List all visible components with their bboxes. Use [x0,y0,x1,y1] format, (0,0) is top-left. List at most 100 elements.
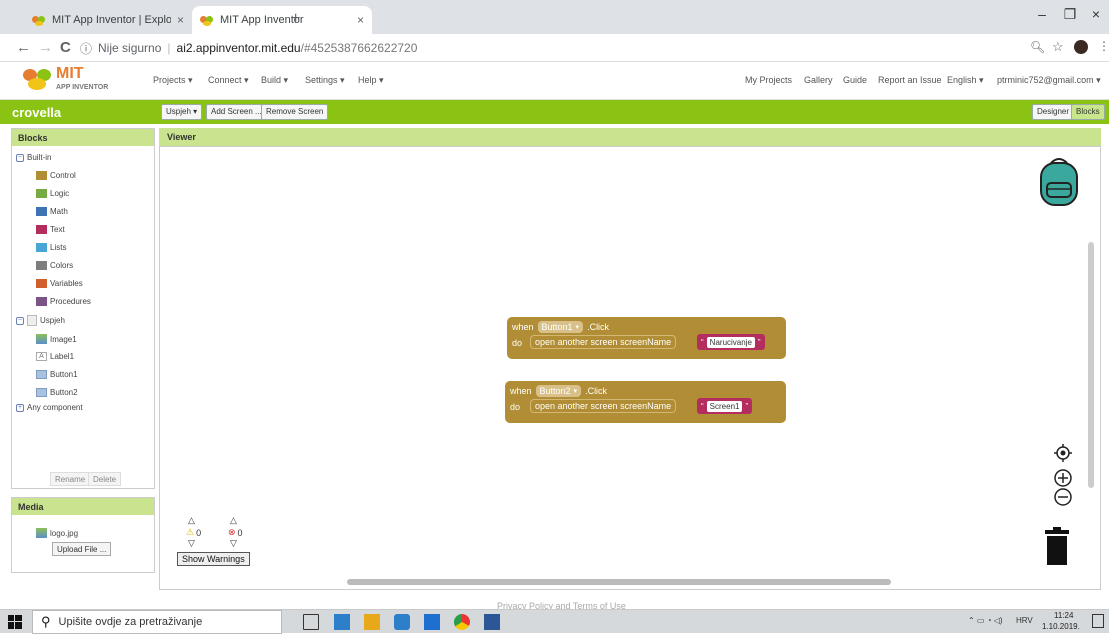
upload-file-button[interactable]: Upload File ... [52,542,112,556]
drawer-control[interactable]: Control [36,171,76,180]
menu-projects[interactable]: Projects ▾ [153,75,193,86]
warnings-down-arrow-icon[interactable]: ▽ [188,538,195,549]
component-button1[interactable]: Button1 [36,370,78,379]
address-bar[interactable]: ⓘ Nije sigurno | ai2.appinventor.mit.edu… [80,38,1000,58]
chrome-icon[interactable] [454,614,470,630]
windows-start-icon[interactable] [8,615,22,629]
warnings-up-arrow-icon[interactable]: △ [188,515,195,526]
drawer-logic[interactable]: Logic [36,189,69,198]
delete-button[interactable]: Delete [88,472,122,486]
remove-screen-button[interactable]: Remove Screen [261,104,329,120]
event-name: .Click [587,322,610,332]
mail-icon[interactable] [424,614,440,630]
tab-title: MIT App Inventor [220,14,304,26]
tab-close-icon[interactable]: × [177,13,184,27]
browser-navigation-bar: ← → C ⓘ Nije sigurno | ai2.appinventor.m… [0,34,1109,62]
text-string-block[interactable]: “Narucivanje” [697,334,765,350]
store-icon[interactable] [394,614,410,630]
trash-icon[interactable] [1045,527,1069,565]
designer-button[interactable]: Designer [1032,104,1075,120]
menu-connect[interactable]: Connect ▾ [208,75,249,86]
vertical-scrollbar[interactable] [1088,242,1094,488]
zoom-in-icon[interactable] [1053,468,1073,488]
horizontal-scrollbar[interactable] [347,579,891,585]
restore-button[interactable]: ❐ [1058,6,1082,23]
browser-tab-explore[interactable]: MIT App Inventor | Explore MIT A × [24,6,192,34]
blocks-workspace[interactable]: when Button1 ▾ .Click do open another scr… [159,146,1101,590]
tree-screen-uspjeh[interactable]: − Uspjeh [16,315,65,326]
tray-icons[interactable]: ⌃ ▭ ◔ ◁) [968,616,1003,625]
string-value[interactable]: Narucivanje [706,336,755,348]
collapse-icon[interactable]: − [16,153,24,162]
file-explorer-icon[interactable] [364,614,380,630]
add-screen-button[interactable]: Add Screen ... [206,104,267,120]
mit-app-inventor-logo[interactable]: MIT APP INVENTOR [22,65,122,97]
do-keyword: do [510,402,521,412]
menu-dots-icon[interactable]: ⋮ [1098,39,1109,53]
close-window-button[interactable]: × [1084,6,1108,22]
button-icon [36,388,47,397]
menu-help[interactable]: Help ▾ [358,75,384,86]
clock-date[interactable]: 1.10.2019. [1042,622,1080,631]
link-guide[interactable]: Guide [843,75,867,85]
component-label1[interactable]: A Label1 [36,352,74,361]
taskbar-search[interactable]: ⚲ Upišite ovdje za pretraživanje [32,610,282,634]
star-icon[interactable]: ☆ [1052,39,1064,55]
link-my-projects[interactable]: My Projects [745,75,792,85]
errors-down-arrow-icon[interactable]: ▽ [230,538,237,549]
drawer-lists[interactable]: Lists [36,243,66,252]
clock-time[interactable]: 11:24 [1054,611,1073,620]
task-view-icon[interactable] [303,614,319,630]
language-indicator[interactable]: HRV [1016,616,1033,625]
profile-avatar[interactable] [1074,40,1088,54]
quote-icon: “ [701,401,704,411]
drawer-text[interactable]: Text [36,225,65,234]
zoom-out-icon[interactable] [1053,487,1073,507]
tab-close-icon[interactable]: × [357,13,364,27]
reload-button[interactable]: C [60,39,71,56]
link-gallery[interactable]: Gallery [804,75,833,85]
component-dropdown[interactable]: Button1 ▾ [537,321,584,333]
menu-settings[interactable]: Settings ▾ [305,75,345,86]
component-button2[interactable]: Button2 [36,388,78,397]
recenter-icon[interactable] [1053,443,1073,463]
back-button[interactable]: ← [16,39,31,56]
drawer-math[interactable]: Math [36,207,68,216]
event-header: when Button2 ▾ .Click [510,385,607,397]
word-icon[interactable] [484,614,500,630]
drawer-variables[interactable]: Variables [36,279,83,288]
string-value[interactable]: Screen1 [706,400,743,412]
rename-button[interactable]: Rename [50,472,91,486]
show-warnings-button[interactable]: Show Warnings [177,552,250,566]
forward-button[interactable]: → [38,39,53,56]
tree-any-component[interactable]: + Any component [16,403,83,412]
component-image1[interactable]: Image1 [36,334,77,344]
minimize-button[interactable]: – [1030,6,1054,22]
account-dropdown[interactable]: ptrminic752@gmail.com ▾ [997,75,1101,86]
info-icon[interactable]: ⓘ [80,40,92,57]
open-another-screen-block[interactable]: open another screen screenName [530,399,677,413]
media-file[interactable]: logo.jpg [36,528,78,538]
brand-mit: MIT [56,65,84,82]
component-dropdown[interactable]: Button2 ▾ [535,385,582,397]
zoom-icon[interactable]: 🔍︎ [1030,40,1045,54]
new-tab-button[interactable]: + [291,10,300,28]
language-dropdown[interactable]: English ▾ [947,75,984,86]
edge-icon[interactable] [334,614,350,630]
drawer-colors[interactable]: Colors [36,261,73,270]
notifications-icon[interactable] [1092,614,1104,628]
browser-tab-active[interactable]: MIT App Inventor × [192,6,372,34]
screen-icon [27,315,37,326]
expand-icon[interactable]: + [16,403,24,412]
menu-build[interactable]: Build ▾ [261,75,288,86]
blocks-button[interactable]: Blocks [1071,104,1105,120]
collapse-icon[interactable]: − [16,316,24,325]
open-another-screen-block[interactable]: open another screen screenName [530,335,677,349]
text-string-block[interactable]: “Screen1” [697,398,753,414]
drawer-procedures[interactable]: Procedures [36,297,91,306]
backpack-icon[interactable] [1035,157,1083,209]
errors-up-arrow-icon[interactable]: △ [230,515,237,526]
tree-built-in[interactable]: − Built-in [16,153,51,162]
link-report-issue[interactable]: Report an Issue [878,75,942,85]
screen-select-dropdown[interactable]: Uspjeh ▾ [161,104,203,120]
